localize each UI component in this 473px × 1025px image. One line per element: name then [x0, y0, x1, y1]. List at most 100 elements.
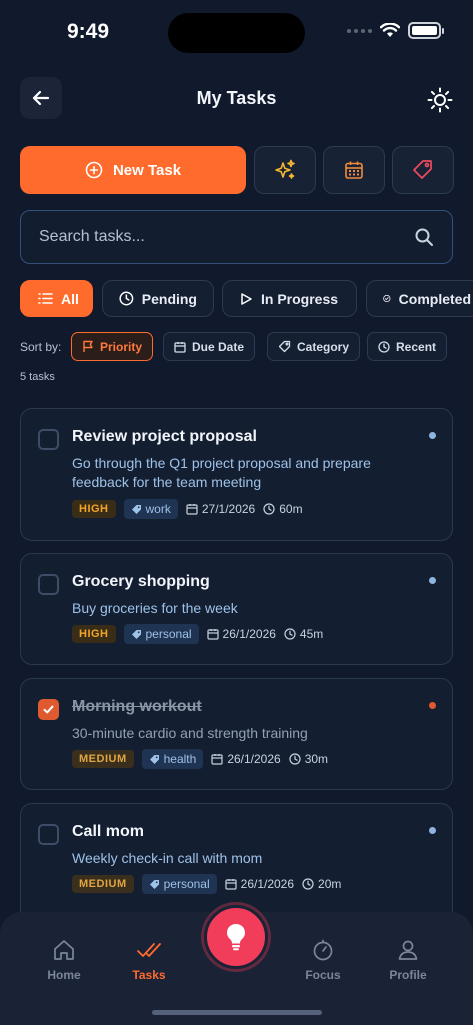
- calendar-button[interactable]: [323, 146, 385, 194]
- category-label: personal: [163, 877, 210, 891]
- category-label: health: [163, 752, 197, 766]
- sort-option-label: Priority: [100, 339, 143, 354]
- task-title: Call mom: [72, 823, 145, 840]
- calendar-icon: [211, 754, 223, 765]
- filter-chip-in-progress[interactable]: In Progress: [222, 280, 357, 317]
- duration-label: 20m: [318, 877, 342, 891]
- clock-icon: [119, 291, 134, 306]
- status-icons: [347, 22, 444, 39]
- filter-label: In Progress: [261, 290, 339, 307]
- tag-icon: [131, 504, 141, 514]
- sort-option-label: Category: [297, 339, 350, 354]
- status-bar: 9:49: [0, 0, 473, 66]
- task-description: Go through the Q1 project proposal and p…: [72, 455, 371, 490]
- task-checkbox[interactable]: [38, 429, 59, 450]
- tag-icon: [278, 340, 291, 353]
- tag-icon: [131, 629, 141, 639]
- priority-badge: HIGH: [72, 625, 116, 643]
- duration: 20m: [302, 877, 341, 891]
- task-description: Buy groceries for the week: [72, 600, 238, 616]
- theme-toggle-button[interactable]: [424, 84, 456, 116]
- sort-due-date-button[interactable]: Due Date: [163, 332, 256, 361]
- timer-icon: [313, 939, 333, 961]
- task-description: Weekly check-in call with mom: [72, 850, 263, 866]
- due-date-label: 26/1/2026: [227, 752, 281, 766]
- filter-chip-all[interactable]: All: [20, 280, 93, 317]
- play-icon: [241, 292, 252, 305]
- category-label: personal: [145, 627, 192, 641]
- sort-label: Sort by:: [20, 340, 62, 354]
- task-checkbox[interactable]: [38, 574, 59, 595]
- home-indicator: [152, 1010, 322, 1015]
- sort-recent-button[interactable]: Recent: [367, 332, 448, 361]
- clock-icon: [302, 878, 314, 890]
- battery-icon: [408, 22, 444, 39]
- sort-option-label: Due Date: [192, 339, 245, 354]
- priority-badge: MEDIUM: [72, 750, 134, 768]
- nav-label: Focus: [305, 968, 341, 982]
- duration-label: 30m: [304, 752, 329, 766]
- calendar-icon: [225, 879, 237, 890]
- focus-fab-button[interactable]: [204, 905, 268, 969]
- filter-label: Pending: [141, 290, 197, 307]
- cellular-signal-icon: [347, 28, 372, 33]
- search-input[interactable]: [39, 228, 414, 246]
- nav-label: Profile: [389, 968, 427, 982]
- lightbulb-icon: [227, 924, 245, 951]
- sparkles-icon: [275, 159, 295, 179]
- tag-icon: [149, 879, 159, 889]
- sort-category-button[interactable]: Category: [267, 332, 361, 361]
- nav-item-focus[interactable]: Focus: [288, 938, 358, 982]
- task-meta: HIGH work 27/1/2026 60m: [72, 499, 303, 519]
- flag-icon: [83, 340, 93, 352]
- wifi-icon: [380, 23, 400, 37]
- nav-label: Home: [47, 968, 81, 982]
- calendar-icon: [206, 629, 219, 640]
- task-card[interactable]: Morning workout 30-minute cardio and str…: [20, 678, 453, 790]
- double-check-icon: [137, 943, 161, 957]
- priority-badge: HIGH: [72, 500, 116, 518]
- ai-suggest-button[interactable]: [254, 146, 316, 194]
- new-task-button[interactable]: New Task: [20, 146, 246, 194]
- filter-chip-completed[interactable]: Completed: [366, 280, 473, 317]
- tag-icon: [149, 754, 159, 764]
- page-title: My Tasks: [196, 88, 277, 108]
- user-icon: [398, 940, 418, 960]
- task-title: Review project proposal: [72, 428, 257, 445]
- due-date: 27/1/2026: [186, 502, 255, 516]
- sort-priority-button[interactable]: Priority: [71, 332, 154, 361]
- task-title: Grocery shopping: [72, 573, 210, 590]
- due-date-label: 26/1/2026: [222, 627, 276, 641]
- task-meta: HIGH personal 26/1/2026 45m: [72, 624, 323, 644]
- calendar-icon: [174, 341, 186, 353]
- task-description: 30-minute cardio and strength training: [72, 725, 308, 741]
- home-icon: [54, 940, 74, 960]
- status-time: 9:49: [67, 20, 110, 43]
- task-checkbox[interactable]: [38, 824, 59, 845]
- task-checkbox[interactable]: [38, 699, 59, 720]
- category-label: work: [145, 502, 171, 516]
- tags-button[interactable]: [392, 146, 454, 194]
- task-status-dot: [429, 827, 436, 834]
- search-box: [20, 210, 453, 264]
- task-meta: MEDIUM personal 26/1/2026 20m: [72, 874, 341, 894]
- plus-circle-icon: [85, 161, 103, 179]
- list-icon: [38, 293, 53, 304]
- nav-item-tasks[interactable]: Tasks: [114, 938, 184, 982]
- dynamic-island: [168, 13, 305, 53]
- category-tag: work: [123, 499, 178, 519]
- task-status-dot: [429, 577, 436, 584]
- search-icon[interactable]: [414, 227, 434, 247]
- task-card[interactable]: Grocery shopping Buy groceries for the w…: [20, 553, 453, 665]
- task-count: 5 tasks: [20, 371, 55, 383]
- task-status-dot: [429, 432, 436, 439]
- task-card[interactable]: Review project proposal Go through the Q…: [20, 408, 453, 541]
- duration-label: 60m: [279, 502, 303, 516]
- nav-item-home[interactable]: Home: [29, 938, 99, 982]
- due-date-label: 27/1/2026: [201, 502, 256, 516]
- nav-item-profile[interactable]: Profile: [373, 938, 443, 982]
- duration: 45m: [284, 627, 323, 641]
- tag-icon: [413, 160, 432, 179]
- due-date: 26/1/2026: [225, 877, 294, 891]
- filter-chip-pending[interactable]: Pending: [102, 280, 214, 317]
